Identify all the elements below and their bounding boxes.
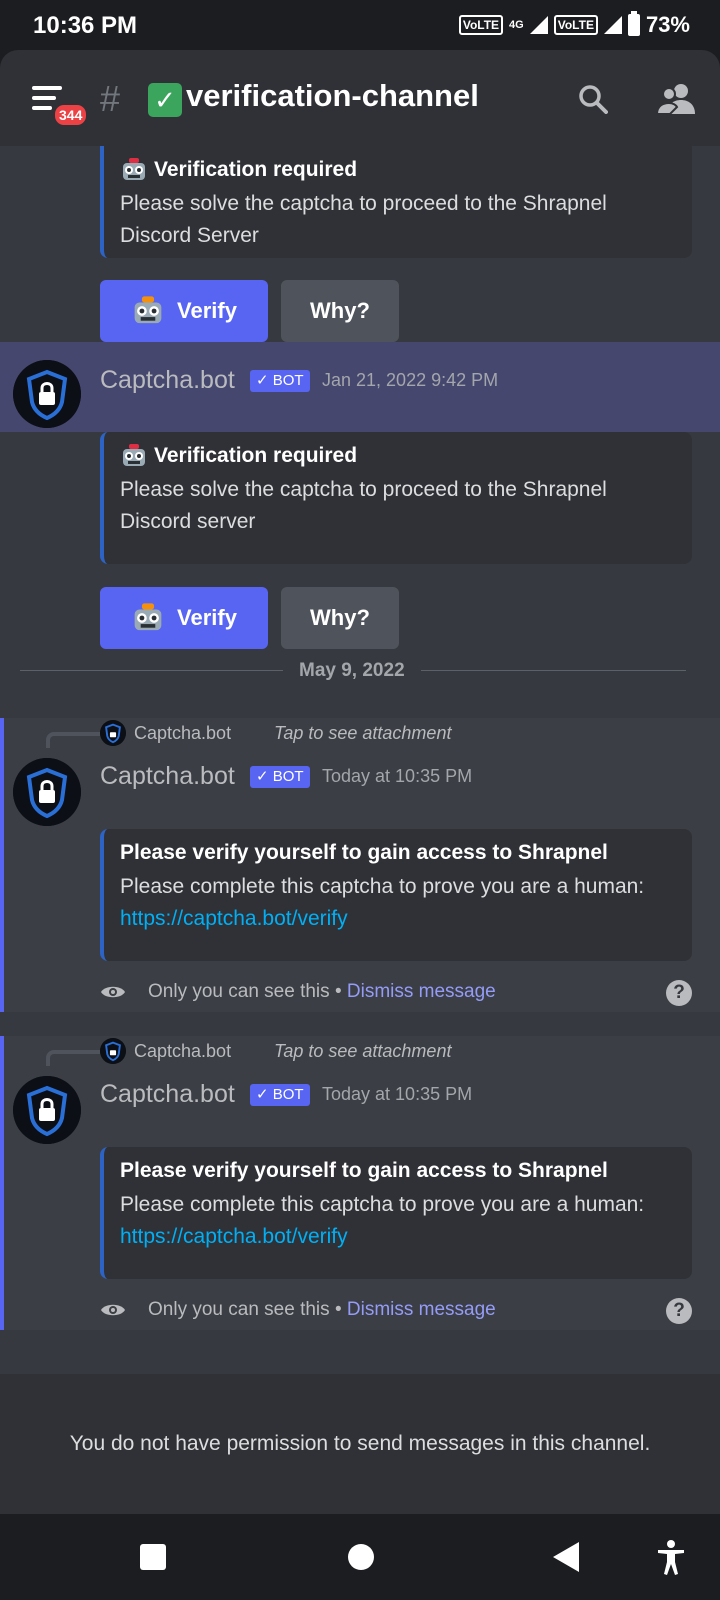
battery-level: 73% (645, 12, 690, 37)
reply-connector (46, 732, 100, 748)
message-author[interactable]: Captcha.bot (100, 366, 235, 395)
embed-title: Please verify yourself to gain access to… (120, 1159, 608, 1182)
embed-description: Please solve the captcha to proceed to t… (120, 192, 607, 247)
shield-lock-icon (100, 1038, 126, 1064)
accessibility-icon[interactable] (656, 1540, 686, 1576)
message-embed: Verification required Please solve the c… (100, 146, 692, 258)
robot-face-icon (123, 444, 145, 466)
battery-icon (627, 11, 640, 36)
embed-description: Please complete this captcha to prove yo… (120, 1193, 645, 1248)
why-button-label: Why? (310, 298, 370, 323)
channel-header: 344 # ✓ verification-channel (0, 50, 720, 146)
verify-button-label: Verify (177, 298, 237, 323)
shield-lock-icon[interactable] (13, 758, 81, 826)
bot-badge: ✓ BOT (250, 766, 310, 788)
embed-title: Please verify yourself to gain access to… (120, 841, 608, 864)
no-permission-text: You do not have permission to send messa… (69, 1432, 651, 1455)
check-emoji-icon: ✓ (148, 83, 182, 117)
message-author[interactable]: Captcha.bot (100, 762, 235, 791)
message-timestamp: Today at 10:35 PM (322, 766, 473, 786)
message-list[interactable]: Verification required Please solve the c… (0, 146, 720, 1374)
ephemeral-notice: Only you can see this • Dismiss message (148, 1299, 496, 1320)
shield-lock-icon (13, 360, 81, 428)
dismiss-message-link[interactable]: Dismiss message (347, 1299, 496, 1320)
embed-title: Verification required (154, 158, 358, 181)
why-button-label: Why? (310, 605, 370, 630)
reply-author[interactable]: Captcha.bot (134, 1041, 231, 1062)
eye-icon (101, 986, 125, 998)
status-icons: VoLTE 4G VoLTE 73% (458, 11, 690, 38)
captcha-link[interactable]: https://captcha.bot/verify (120, 907, 348, 930)
volte-icon: VoLTE (458, 15, 504, 35)
triangle-back-icon[interactable] (553, 1542, 579, 1572)
robot-face-icon (134, 296, 162, 324)
message-timestamp: Today at 10:35 PM (322, 1084, 473, 1104)
verify-button-label: Verify (177, 605, 237, 630)
reply-connector (46, 1050, 100, 1066)
signal-icon (529, 16, 548, 34)
shield-lock-icon (100, 720, 126, 746)
shield-lock-icon[interactable] (13, 1076, 81, 1144)
signal-icon-2 (603, 16, 622, 34)
message-author[interactable]: Captcha.bot (100, 1080, 235, 1109)
reply-preview[interactable]: Tap to see attachment (274, 723, 451, 744)
square-icon[interactable] (140, 1544, 166, 1570)
bot-badge: ✓ BOT (250, 370, 310, 392)
status-bar: 10:36 PM VoLTE 4G VoLTE 73% (0, 0, 720, 50)
captcha-link[interactable]: https://captcha.bot/verify (120, 1225, 348, 1248)
notification-badge: 344 (52, 102, 90, 128)
eye-icon (101, 1304, 125, 1316)
verify-button[interactable]: Verify (100, 280, 268, 342)
verify-button[interactable]: Verify (100, 587, 268, 649)
embed-description: Please complete this captcha to prove yo… (120, 875, 645, 930)
highlighted-message[interactable]: Captcha.bot ✓ BOT Jan 21, 2022 9:42 PM (0, 342, 720, 432)
date-divider: May 9, 2022 (283, 660, 421, 682)
volte-icon-2: VoLTE (553, 15, 598, 35)
robot-face-icon (134, 603, 162, 631)
channel-title: verification-channel (186, 78, 479, 113)
ephemeral-notice: Only you can see this • Dismiss message (148, 981, 496, 1002)
bot-badge: ✓ BOT (250, 1084, 310, 1106)
why-button[interactable]: Why? (281, 280, 399, 342)
help-circle-icon[interactable]: ? (666, 1298, 692, 1324)
ephemeral-message[interactable]: Captcha.bot Tap to see attachment Captch… (0, 718, 720, 1012)
dismiss-message-link[interactable]: Dismiss message (347, 981, 496, 1002)
embed-description: Please solve the captcha to proceed to t… (120, 478, 607, 533)
no-permission-bar: You do not have permission to send messa… (0, 1374, 720, 1514)
why-button[interactable]: Why? (281, 587, 399, 649)
message-embed: Verification required Please solve the c… (100, 432, 692, 564)
embed-title: Verification required (154, 444, 358, 467)
circle-icon[interactable] (348, 1544, 374, 1570)
reply-preview[interactable]: Tap to see attachment (274, 1041, 451, 1062)
network-type: 4G (509, 19, 524, 31)
message-timestamp: Jan 21, 2022 9:42 PM (322, 370, 499, 390)
message-embed: Please verify yourself to gain access to… (100, 829, 692, 961)
robot-face-icon (123, 158, 145, 180)
members-icon[interactable] (656, 82, 696, 116)
help-circle-icon[interactable]: ? (666, 980, 692, 1006)
status-time: 10:36 PM (33, 12, 138, 39)
message-embed: Please verify yourself to gain access to… (100, 1147, 692, 1279)
search-icon[interactable] (578, 84, 608, 114)
hash-icon: # (100, 78, 121, 119)
system-navigation-bar (0, 1514, 720, 1600)
ephemeral-message[interactable]: Captcha.bot Tap to see attachment Captch… (0, 1036, 720, 1330)
reply-author[interactable]: Captcha.bot (134, 723, 231, 744)
